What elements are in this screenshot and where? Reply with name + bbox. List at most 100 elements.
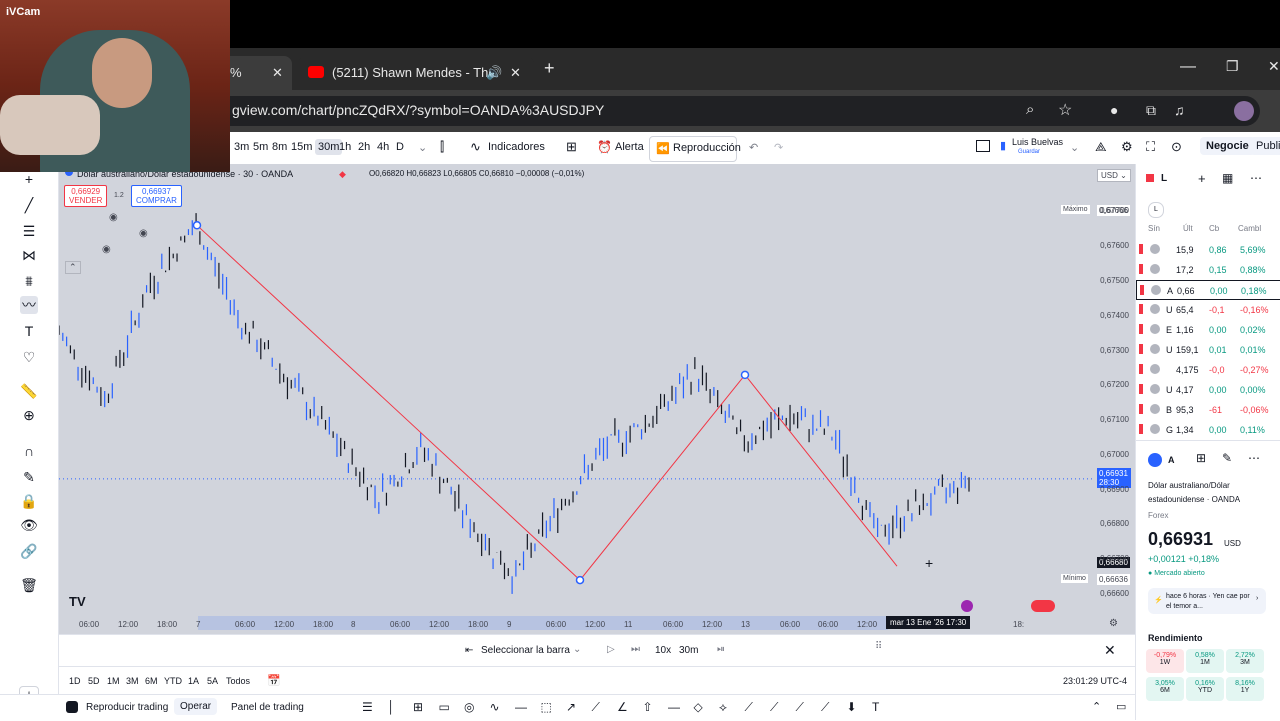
zigzag-anchor[interactable] [740, 370, 750, 380]
watchlist-row[interactable]: B 95,3 -61 -0,06% [1136, 400, 1280, 420]
new-tab-icon[interactable]: + [544, 58, 555, 79]
watchlist-row[interactable]: 17,2 0,15 0,88% [1136, 260, 1280, 280]
clock-label[interactable]: 23:01:29 UTC-4 [1063, 676, 1127, 686]
eye-icon[interactable]: ◉ [109, 212, 118, 223]
media-icon[interactable]: ♫ [1174, 102, 1185, 118]
text-icon[interactable]: T [872, 700, 879, 714]
more-icon[interactable]: ⋯ [1250, 171, 1262, 185]
chevron-up-icon[interactable]: ⌃ [1092, 700, 1101, 713]
select-bar-button[interactable]: Seleccionar la barra [481, 645, 570, 656]
trendline-icon[interactable]: ╱ [20, 196, 38, 214]
settings-icon[interactable]: ⚙ [1109, 618, 1118, 629]
chevron-down-icon[interactable]: ⌄ [1070, 141, 1079, 154]
pitchfork-icon[interactable]: ⋈ [20, 246, 38, 264]
col-change-pct[interactable]: Cambl [1238, 224, 1261, 233]
alert-icon[interactable]: ⏰ [597, 140, 612, 154]
path-icon[interactable]: ⟋ [745, 700, 753, 715]
date-range-icon[interactable]: 📅 [267, 674, 281, 687]
watchlist-row[interactable]: E 1,16 0,00 0,02% [1136, 320, 1280, 340]
maximize-panel-icon[interactable]: ▭ [1116, 700, 1126, 713]
grid-icon[interactable]: ⊞ [413, 700, 423, 714]
curve-icon[interactable]: ⟋ [770, 700, 778, 715]
maximize-icon[interactable]: ❐ [1226, 58, 1239, 75]
down-arrow-icon[interactable]: ⬇ [847, 700, 857, 714]
indicators-button[interactable]: Indicadores [488, 141, 545, 153]
performance-cell[interactable]: -0,79% 1W [1146, 649, 1184, 673]
magnet-icon[interactable]: ∩ [20, 442, 38, 460]
undo-icon[interactable]: ↶ [749, 141, 758, 154]
trading-panel-tab[interactable]: Panel de trading [231, 702, 304, 713]
url-text[interactable]: gview.com/chart/pncZQdRX/?symbol=OANDA%3… [232, 102, 604, 118]
shape-icon[interactable]: ⟡ [719, 700, 727, 715]
period-todos[interactable]: Todos [226, 676, 250, 686]
interval-1h[interactable]: 1h [339, 141, 351, 153]
play-icon[interactable]: ▷ [607, 644, 615, 655]
watchlist-row[interactable]: G 1,34 0,00 0,11% [1136, 420, 1280, 440]
alert-button[interactable]: Alerta [615, 141, 644, 153]
pencil-lock-icon[interactable]: ✎ [20, 468, 38, 486]
buy-button[interactable]: 0,66937 COMPRAR [131, 185, 182, 207]
watchlist-row[interactable]: A 0,66 0,00 0,18% [1136, 280, 1280, 300]
period-3m[interactable]: 3M [126, 676, 139, 686]
period-5a[interactable]: 5A [207, 676, 218, 686]
close-window-icon[interactable]: ✕ [1268, 58, 1280, 75]
divider[interactable]: │ [388, 700, 396, 714]
pen-icon[interactable]: ⟋ [592, 700, 600, 715]
hline-icon[interactable]: — [668, 700, 680, 714]
select-bar-icon[interactable]: ⇤ [465, 645, 473, 656]
layout-icon[interactable]: ⊞ [566, 139, 577, 155]
interval-D[interactable]: D [396, 141, 404, 153]
jump-to-realtime-icon[interactable]: ⏯ [717, 644, 725, 655]
bookmark-star-icon[interactable]: ☆ [1058, 100, 1072, 120]
chart-pane[interactable]: Dólar australiano/Dólar estadounidense ·… [59, 164, 1095, 614]
currency-selector[interactable]: USD ⌄ [1097, 169, 1131, 182]
watchlist-row[interactable]: U 159,1 0,01 0,01% [1136, 340, 1280, 360]
close-icon[interactable]: ✕ [272, 56, 283, 90]
interval-5m[interactable]: 5m [253, 141, 268, 153]
watchlist-title[interactable]: L [1161, 173, 1167, 184]
performance-cell[interactable]: 3,05% 6M [1146, 677, 1184, 701]
drag-handle-icon[interactable]: ⠿ [875, 641, 882, 652]
watchlist-row[interactable]: 4,175 -0,0 -0,27% [1136, 360, 1280, 380]
link-icon[interactable]: 🔗 [20, 542, 38, 560]
minimize-icon[interactable]: — [1180, 58, 1196, 76]
indicators-icon[interactable]: ∿ [470, 139, 481, 155]
gann-icon[interactable]: ⩩ [20, 272, 38, 290]
eye-icon[interactable]: ◉ [139, 228, 148, 239]
candle-type-icon[interactable]: ⫿ [440, 139, 444, 155]
event-icon[interactable] [961, 600, 973, 612]
interval-button[interactable]: 30m [679, 645, 698, 656]
zigzag-anchor[interactable] [575, 575, 585, 585]
period-1d[interactable]: 1D [69, 676, 81, 686]
interval-4h[interactable]: 4h [377, 141, 389, 153]
watchlist-row[interactable]: 15,9 0,86 5,69% [1136, 240, 1280, 260]
interval-2h[interactable]: 2h [358, 141, 370, 153]
time-scale[interactable]: mar 13 Ene '26 17:30 ⚙ 06:00 12:00 18:00 7 0… [59, 614, 1135, 634]
browser-tab-2[interactable]: (5211) Shawn Mendes - The 🔊 ✕ [298, 56, 534, 90]
interval-15m[interactable]: 15m [291, 141, 312, 153]
camera-icon[interactable]: ⊙ [1171, 139, 1182, 155]
fullscreen-box-icon[interactable] [976, 140, 990, 152]
layout-icon[interactable]: ⊞ [1196, 451, 1206, 465]
performance-cell[interactable]: 8,16% 1Y [1226, 677, 1264, 701]
performance-cell[interactable]: 2,72% 3M [1226, 649, 1264, 673]
user-name[interactable]: Luis Buelvas [1012, 137, 1063, 147]
extension-icon[interactable]: ● [1110, 102, 1118, 118]
performance-cell[interactable]: 0,16% YTD [1186, 677, 1224, 701]
period-6m[interactable]: 6M [145, 676, 158, 686]
expand-icon[interactable]: ⛶ [1146, 139, 1155, 155]
period-1m[interactable]: 1M [107, 676, 120, 686]
trash-icon[interactable]: 🗑 [20, 576, 38, 594]
replay-button[interactable]: ⏪ Reproducción [649, 136, 741, 162]
table-icon[interactable]: ▦ [1222, 171, 1233, 185]
news-card[interactable]: ⚡ hace 6 horas · Yen cae por el temor a.… [1148, 588, 1266, 614]
list-badge-icon[interactable]: L [1148, 202, 1164, 218]
period-5d[interactable]: 5D [88, 676, 100, 686]
up-arrow-icon[interactable]: ⇧ [643, 700, 653, 714]
chevron-down-icon[interactable]: ⌄ [418, 141, 427, 154]
col-symbol[interactable]: Sín [1148, 224, 1160, 233]
speed-button[interactable]: 10x [655, 645, 671, 656]
collapse-indicators-icon[interactable]: ⌃ [65, 261, 81, 274]
wave-icon[interactable]: ∿ [490, 700, 500, 714]
replay-trading-tab[interactable]: Reproducir trading [86, 702, 168, 713]
